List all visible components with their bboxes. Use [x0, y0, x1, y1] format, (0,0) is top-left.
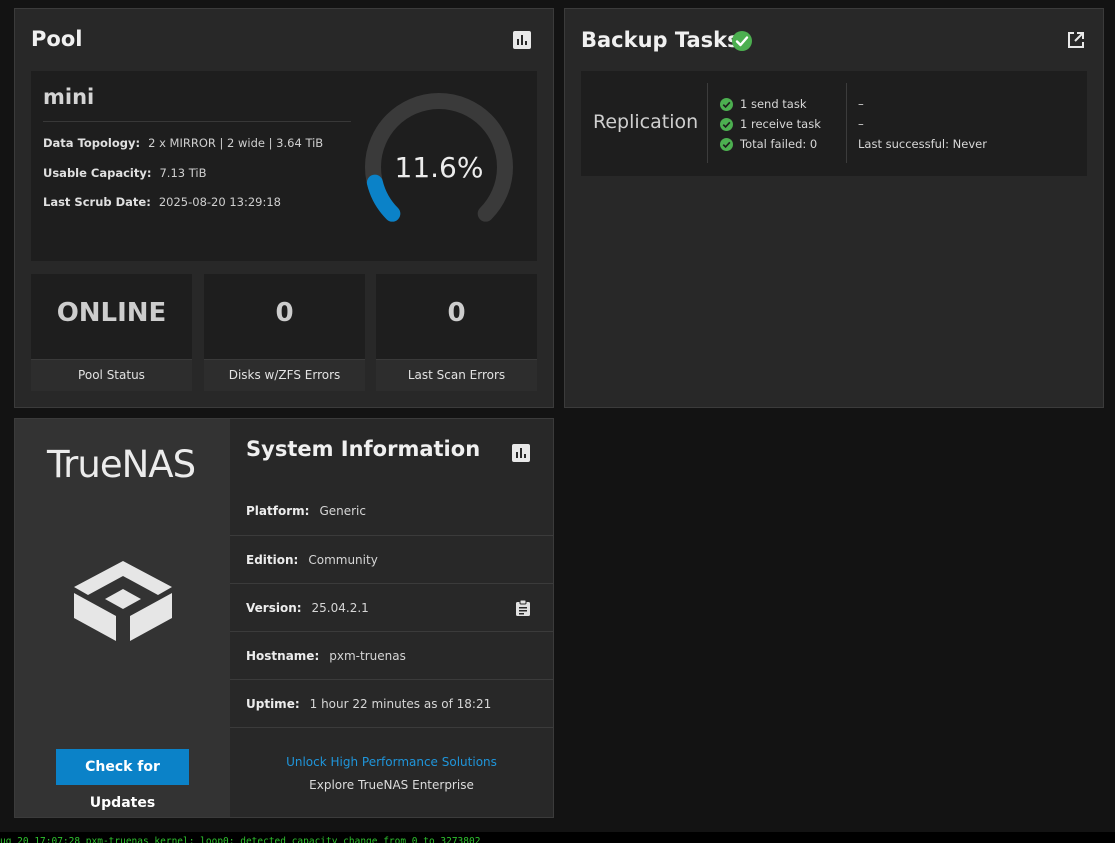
platform-row: Platform: Generic — [230, 487, 553, 535]
gauge-percent-text: 11.6% — [395, 151, 484, 184]
send-detail: – — [858, 97, 864, 111]
uptime-row: Uptime: 1 hour 22 minutes as of 18:21 — [230, 679, 553, 727]
system-branding-panel: TrueNAS Check for Updates — [15, 419, 230, 817]
check-circle-icon — [720, 97, 733, 111]
backup-card: Backup Tasks Replication 1 send task 1 r… — [564, 8, 1104, 408]
sys-row-label: Platform: — [246, 504, 310, 518]
sys-row-label: Hostname: — [246, 648, 320, 663]
open-in-new-icon[interactable] — [1065, 29, 1087, 51]
system-reports-icon[interactable] — [510, 442, 532, 464]
truenas-logo-icon — [74, 561, 172, 641]
version-row: Version: 25.04.2.1 — [230, 583, 553, 631]
pool-summary: mini Data Topology: 2 x MIRROR | 2 wide |… — [31, 71, 537, 261]
row-divider — [230, 727, 553, 728]
check-for-updates-button[interactable]: Check for Updates — [56, 749, 189, 811]
task-text: Total failed: 0 — [740, 137, 818, 151]
stat-label: Last Scan Errors — [376, 359, 537, 391]
pool-card: Pool mini Data Topology: 2 x MIRROR | 2 w… — [14, 8, 554, 408]
check-circle-icon — [720, 117, 733, 131]
check-circle-icon — [720, 137, 733, 151]
stat-scan-errors: 0 Last Scan Errors — [376, 274, 537, 391]
pool-row-value: 2025-08-20 13:29:18 — [158, 195, 281, 209]
pool-scrub-row: Last Scrub Date: 2025-08-20 13:29:18 — [43, 195, 281, 209]
stat-label: Disks w/ZFS Errors — [204, 359, 365, 391]
receive-task-line: 1 receive task — [720, 117, 821, 131]
truenas-logo-text: TrueNAS — [47, 443, 196, 486]
sys-row-value: 1 hour 22 minutes as of 18:21 — [309, 696, 492, 711]
sys-row-value: Community — [308, 552, 378, 567]
stat-disk-errors: 0 Disks w/ZFS Errors — [204, 274, 365, 391]
stat-pool-status: ONLINE Pool Status — [31, 274, 192, 391]
stat-value: 0 — [275, 298, 294, 328]
pool-row-value: 2 x MIRROR | 2 wide | 3.64 TiB — [148, 136, 324, 150]
pool-usage-gauge: 11.6% — [365, 93, 513, 222]
receive-detail: – — [858, 117, 864, 131]
last-successful-detail: Last successful: Never — [858, 137, 987, 151]
pool-divider — [43, 121, 351, 122]
task-text: 1 send task — [740, 97, 807, 111]
vertical-divider — [846, 83, 847, 163]
vertical-divider — [707, 83, 708, 163]
hostname-row: Hostname: pxm-truenas — [230, 631, 553, 679]
explore-enterprise-text: Explore TrueNAS Enterprise — [309, 778, 474, 792]
pool-topology-row: Data Topology: 2 x MIRROR | 2 wide | 3.64… — [43, 136, 323, 150]
pool-row-label: Last Scrub Date: — [43, 195, 151, 209]
sys-row-label: Edition: — [246, 552, 299, 567]
unlock-performance-link[interactable]: Unlock High Performance Solutions — [230, 755, 553, 769]
sys-row-value: Generic — [319, 504, 366, 518]
gauge-fill — [366, 174, 401, 222]
pool-reports-icon[interactable] — [511, 29, 533, 51]
sys-row-value: pxm-truenas — [329, 648, 406, 663]
send-task-line: 1 send task — [720, 97, 807, 111]
edition-row: Edition: Community — [230, 535, 553, 583]
replication-label: Replication — [593, 111, 699, 133]
pool-name: mini — [43, 85, 95, 109]
stat-label: Pool Status — [31, 359, 192, 391]
backup-status-check-icon — [732, 31, 752, 51]
pool-capacity-row: Usable Capacity: 7.13 TiB — [43, 166, 207, 180]
backup-title: Backup Tasks — [581, 28, 740, 52]
sys-row-label: Version: — [246, 600, 302, 615]
task-text: 1 receive task — [740, 117, 821, 131]
sys-row-label: Uptime: — [246, 696, 300, 711]
sys-row-value: 25.04.2.1 — [311, 600, 369, 615]
pool-row-value: 7.13 TiB — [159, 166, 207, 180]
console-log-line: ug 20 17:07:28 pxm-truenas kernel: loop0… — [0, 832, 1115, 843]
system-info-card: TrueNAS Check for Updates System Informa… — [14, 418, 554, 818]
replication-summary[interactable]: Replication 1 send task 1 receive task T… — [581, 71, 1087, 176]
system-info-title: System Information — [246, 437, 481, 461]
failed-task-line: Total failed: 0 — [720, 137, 817, 151]
stat-value: 0 — [447, 298, 466, 328]
pool-row-label: Data Topology: — [43, 136, 141, 150]
pool-row-label: Usable Capacity: — [43, 166, 152, 180]
pool-title: Pool — [31, 27, 83, 51]
stat-value: ONLINE — [56, 298, 167, 328]
copy-clipboard-icon[interactable] — [516, 599, 530, 619]
